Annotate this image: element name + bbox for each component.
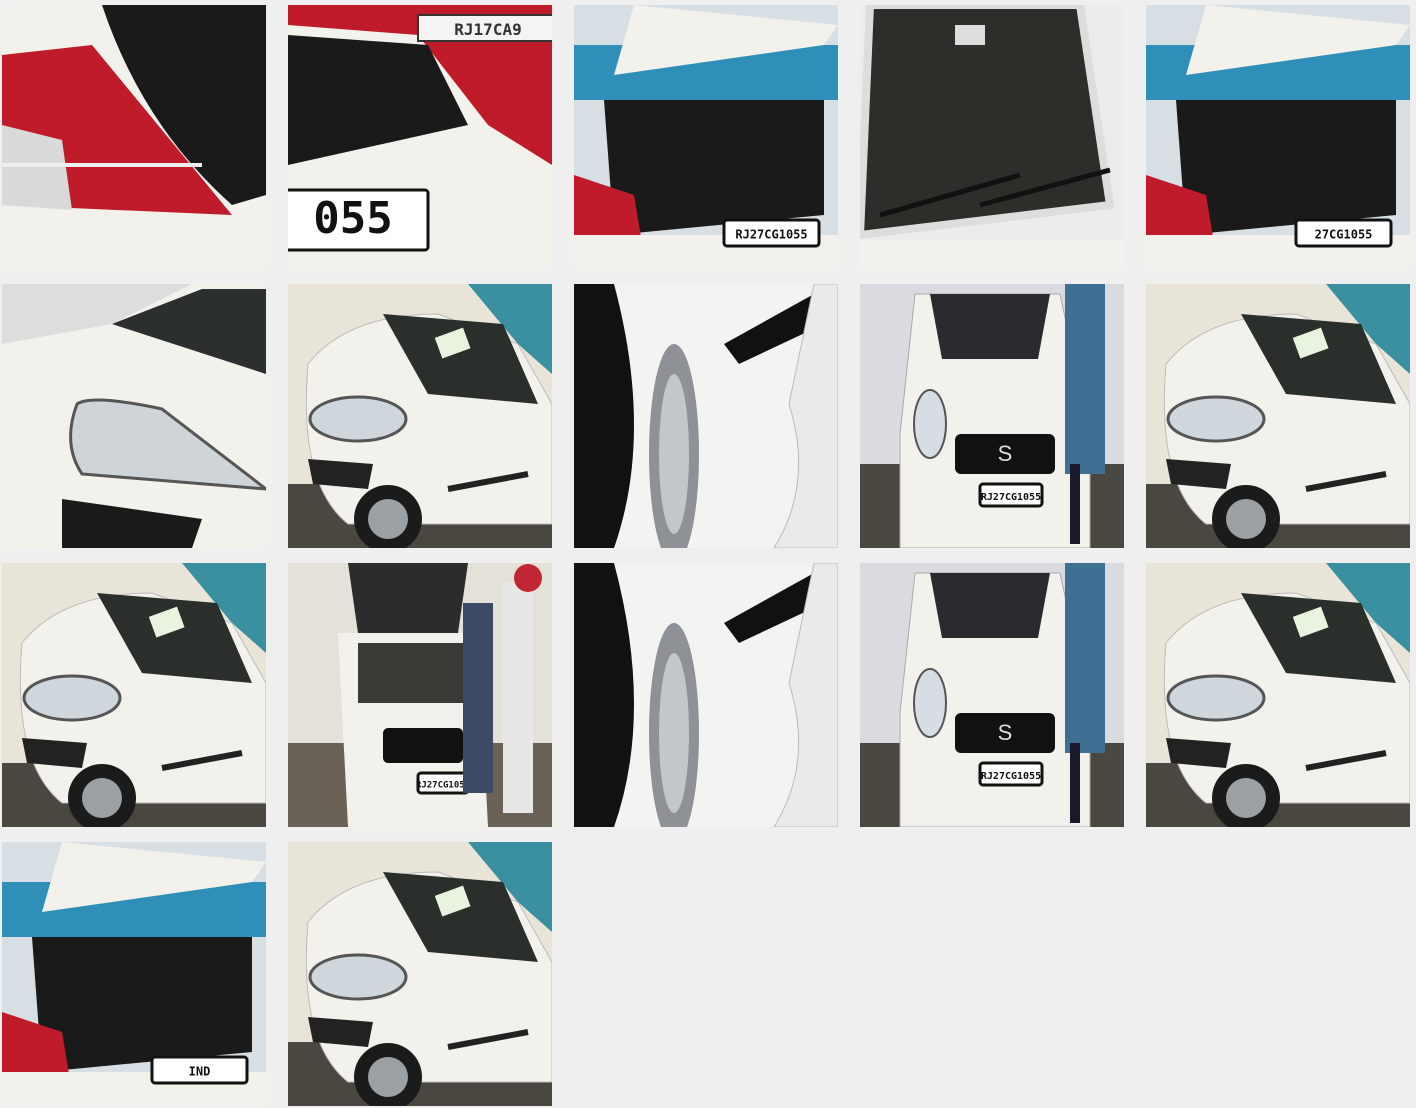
gallery-photo-16[interactable]: IND	[2, 842, 266, 1106]
gallery-photo-12[interactable]: RJ27CG1055	[288, 563, 552, 827]
svg-text:S: S	[998, 441, 1013, 466]
gallery-photo-15[interactable]	[1146, 563, 1410, 827]
car-photo-image: S RJ27CG1055	[860, 284, 1124, 548]
gallery-photo-3[interactable]: RJ27CG1055	[574, 5, 838, 269]
car-photo-image: IND	[2, 842, 266, 1106]
gallery-photo-2[interactable]: RJ17CA9 055	[288, 5, 552, 269]
car-photo-image: 27CG1055	[1146, 5, 1410, 269]
number-plate-text: 27CG1055	[1315, 228, 1373, 242]
car-photo-image: S RJ27CG1055	[860, 563, 1124, 827]
car-photo-image: RJ27CG1055	[288, 563, 552, 827]
number-plate-text: RJ27CG1055	[981, 492, 1041, 503]
car-photo-image	[574, 563, 838, 827]
gallery-photo-4[interactable]	[860, 5, 1124, 269]
car-photo-image	[1146, 284, 1410, 548]
gallery-photo-13[interactable]	[574, 563, 838, 827]
gallery-photo-11[interactable]	[2, 563, 266, 827]
gallery-photo-9[interactable]: S RJ27CG1055	[860, 284, 1124, 548]
gallery-photo-7[interactable]	[288, 284, 552, 548]
number-plate-text: IND	[189, 1065, 211, 1079]
gallery-photo-6[interactable]	[2, 284, 266, 548]
car-photo-image	[2, 284, 266, 548]
car-photo-image: RJ27CG1055	[574, 5, 838, 269]
gallery-photo-5[interactable]: 27CG1055	[1146, 5, 1410, 269]
number-plate-text: RJ27CG1055	[981, 771, 1041, 782]
number-plate-text: RJ27CG1055	[416, 780, 470, 790]
car-photo-image	[574, 284, 838, 548]
car-photo-image	[2, 5, 266, 269]
car-photo-image	[288, 284, 552, 548]
car-photo-image	[860, 5, 1124, 269]
gallery-photo-10[interactable]	[1146, 284, 1410, 548]
car-photo-image	[1146, 563, 1410, 827]
number-plate-text: RJ27CG1055	[735, 228, 807, 242]
gallery-photo-1[interactable]	[2, 5, 266, 269]
svg-text:S: S	[998, 720, 1013, 745]
gallery-photo-8[interactable]	[574, 284, 838, 548]
car-photo-image: RJ17CA9 055	[288, 5, 552, 269]
photo-gallery: RJ17CA9 055 RJ27CG1055 27CG1055 S RJ27CG…	[0, 0, 1416, 1108]
number-plate-text: 055	[313, 193, 392, 244]
gallery-photo-17[interactable]	[288, 842, 552, 1106]
number-plate-text: RJ17CA9	[454, 20, 521, 39]
gallery-photo-14[interactable]: S RJ27CG1055	[860, 563, 1124, 827]
car-photo-image	[2, 563, 266, 827]
car-photo-image	[288, 842, 552, 1106]
